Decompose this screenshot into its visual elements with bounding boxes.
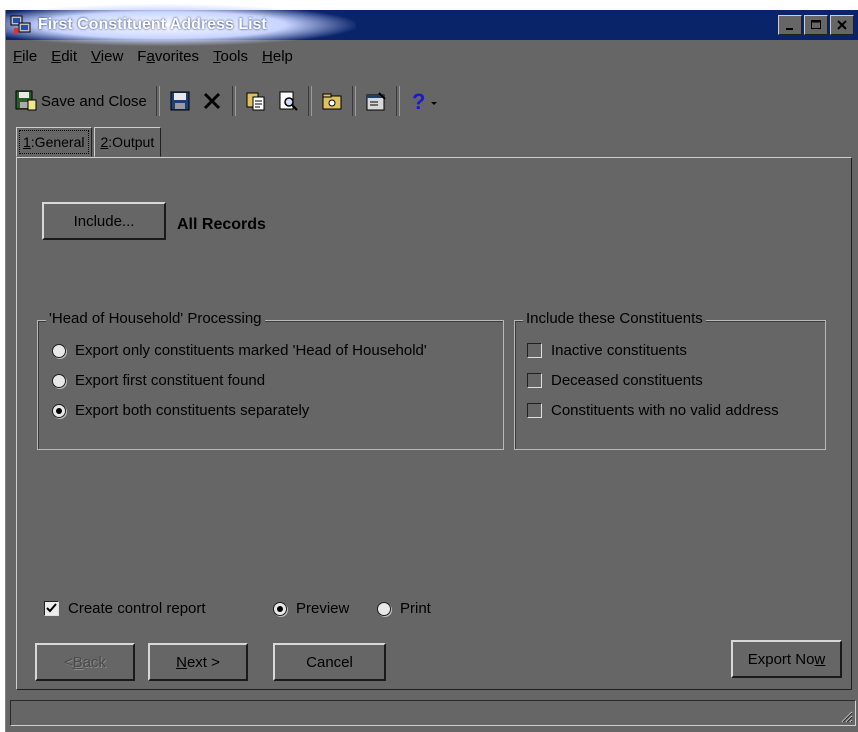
checkmark-icon xyxy=(46,603,57,613)
resize-grip-icon[interactable] xyxy=(839,709,853,723)
close-icon xyxy=(837,20,847,30)
save-button[interactable] xyxy=(164,85,196,117)
save-icon xyxy=(170,91,190,111)
checkbox-deceased[interactable]: Deceased constituents xyxy=(527,372,703,389)
window-title: First Constituent Address List xyxy=(38,16,267,33)
title-bar: First Constituent Address List xyxy=(6,4,858,46)
checkbox-create-control-report[interactable]: Create control report xyxy=(44,600,206,617)
maximize-icon xyxy=(811,20,821,29)
checkbox-no-valid-address-control[interactable] xyxy=(527,403,542,418)
radio-preview-label: Preview xyxy=(296,600,350,617)
radio-print-control[interactable] xyxy=(377,601,391,616)
head-of-household-title: 'Head of Household' Processing xyxy=(46,310,265,327)
export-now-button[interactable]: Export No w xyxy=(731,640,842,678)
toolbar-separator xyxy=(351,86,356,116)
minimize-button[interactable] xyxy=(778,15,802,35)
menu-view[interactable]: View xyxy=(84,44,130,70)
properties-button[interactable] xyxy=(360,85,392,117)
menu-help[interactable]: Help xyxy=(255,44,300,70)
checkbox-inactive[interactable]: Inactive constituents xyxy=(527,342,687,359)
radio-print[interactable]: Print xyxy=(377,600,431,617)
app-icon xyxy=(10,15,31,34)
delete-icon xyxy=(203,92,220,110)
checkbox-no-valid-address[interactable]: Constituents with no valid address xyxy=(527,402,779,419)
print-preview-button[interactable] xyxy=(272,85,304,117)
general-panel: Include... All Records 'Head of Househol… xyxy=(16,157,852,690)
save-and-close-label: Save and Close xyxy=(41,92,147,110)
include-constituents-group: Include these Constituents Inactive cons… xyxy=(514,310,826,450)
records-selection-label: All Records xyxy=(177,216,266,233)
radio-export-head-only[interactable]: Export only constituents marked 'Head of… xyxy=(52,342,427,359)
preview-icon xyxy=(279,91,298,111)
checkbox-inactive-label: Inactive constituents xyxy=(551,342,687,359)
checkbox-deceased-label: Deceased constituents xyxy=(551,372,703,389)
radio-export-both[interactable]: Export both constituents separately xyxy=(52,402,309,419)
radio-export-first-found[interactable]: Export first constituent found xyxy=(52,372,265,389)
export-icon xyxy=(322,93,342,110)
head-of-household-group: 'Head of Household' Processing Export on… xyxy=(37,310,504,450)
menu-bar: File Edit View Favorites Tools Help xyxy=(6,44,300,70)
help-icon: ? xyxy=(412,90,437,112)
toolbar-separator xyxy=(307,86,312,116)
svg-text:?: ? xyxy=(412,90,425,112)
include-constituents-title: Include these Constituents xyxy=(523,310,706,327)
menu-favorites[interactable]: Favorites xyxy=(130,44,206,70)
status-bar xyxy=(10,700,856,726)
checkbox-no-valid-address-label: Constituents with no valid address xyxy=(551,402,779,419)
radio-export-both-label: Export both constituents separately xyxy=(75,402,310,419)
create-control-report-label: Create control report xyxy=(68,600,206,617)
menu-edit[interactable]: Edit xyxy=(44,44,84,70)
cancel-button[interactable]: Cancel xyxy=(273,643,386,681)
include-button-label: Include... xyxy=(73,212,135,230)
radio-export-both-control[interactable] xyxy=(52,403,66,418)
tab-output[interactable]: 2:Output xyxy=(93,127,162,157)
radio-preview[interactable]: Preview xyxy=(273,600,349,617)
menu-tools[interactable]: Tools xyxy=(206,44,255,70)
tab-strip: 1:General 2:Output xyxy=(16,127,163,157)
properties-icon xyxy=(366,92,386,111)
checkbox-create-control-report-control[interactable] xyxy=(44,601,59,616)
back-button[interactable]: < Back xyxy=(35,643,135,681)
radio-print-label: Print xyxy=(400,600,431,617)
checkbox-deceased-control[interactable] xyxy=(527,373,542,388)
next-button[interactable]: Next > xyxy=(148,643,248,681)
toolbar-separator xyxy=(155,86,160,116)
menu-file[interactable]: File xyxy=(6,44,44,70)
close-button[interactable] xyxy=(830,15,854,35)
copy-icon xyxy=(246,92,265,111)
include-button[interactable]: Include... xyxy=(42,202,166,240)
maximize-button[interactable] xyxy=(804,15,828,35)
radio-export-head-only-control[interactable] xyxy=(52,343,66,358)
minimize-icon xyxy=(786,28,793,30)
window: First Constituent Address List File Edit… xyxy=(5,4,858,732)
radio-export-first-found-label: Export first constituent found xyxy=(75,372,266,389)
radio-export-first-found-control[interactable] xyxy=(52,373,66,388)
cancel-button-label: Cancel xyxy=(306,653,353,671)
radio-preview-control[interactable] xyxy=(273,601,287,616)
delete-button[interactable] xyxy=(196,85,228,117)
toolbar: Save and Close ? xyxy=(10,82,538,120)
save-close-icon xyxy=(15,90,37,111)
toolbar-separator xyxy=(231,86,236,116)
help-button[interactable]: ? xyxy=(404,85,448,117)
toolbar-separator xyxy=(395,86,400,116)
tab-general[interactable]: 1:General xyxy=(16,127,92,157)
radio-export-head-only-label: Export only constituents marked 'Head of… xyxy=(75,342,427,359)
save-and-close-button[interactable]: Save and Close xyxy=(10,85,152,117)
checkbox-inactive-control[interactable] xyxy=(527,343,542,358)
export-button[interactable] xyxy=(316,85,348,117)
copy-button[interactable] xyxy=(240,85,272,117)
